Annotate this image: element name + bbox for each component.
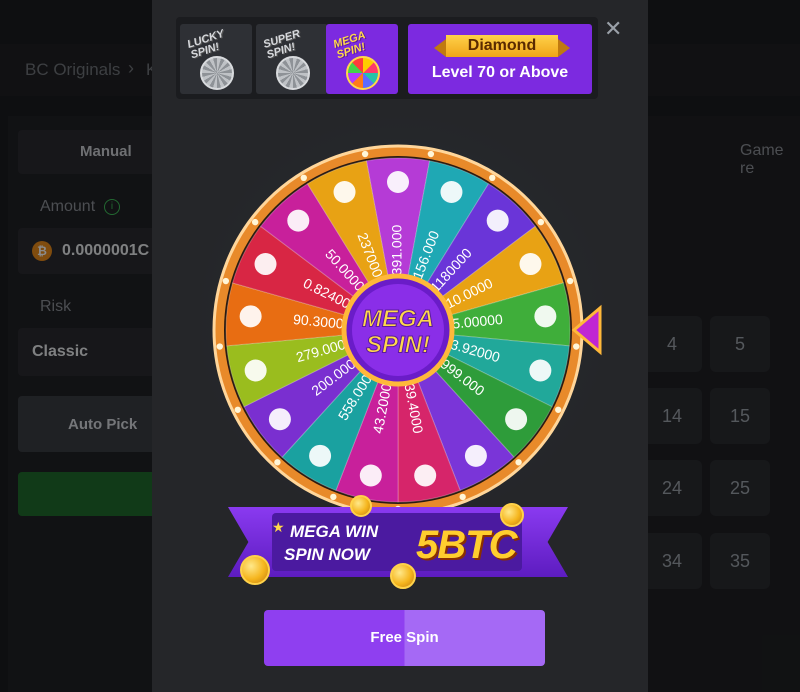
rim-light <box>555 406 562 413</box>
wheel-icon <box>200 56 234 90</box>
triangle-token-icon <box>440 180 463 203</box>
hub-line2: SPIN! <box>366 331 430 358</box>
tier-level: Level 70 or Above <box>431 64 569 81</box>
vip-tier-card: Diamond Level 70 or Above <box>408 24 592 94</box>
shiba-icon <box>486 209 509 232</box>
promo-line1: MEGA WIN <box>290 522 379 541</box>
bitcoin-icon <box>534 305 557 328</box>
mega-spin-card[interactable]: MEGA SPIN! <box>326 24 398 94</box>
free-spin-button[interactable]: Free Spin <box>264 610 545 666</box>
rim-light <box>515 459 522 466</box>
hub-line1: MEGA <box>362 305 434 332</box>
promo-line2: SPIN NOW <box>284 545 370 564</box>
rim-light <box>300 174 307 182</box>
star-icon: ★ <box>272 519 285 535</box>
lucky-spin-card[interactable]: LUCKY SPIN! <box>180 24 252 94</box>
segment-value: 391.000 <box>389 224 405 275</box>
lion-token-icon <box>254 253 277 276</box>
close-icon[interactable]: ✕ <box>604 18 622 40</box>
sei-icon <box>359 464 382 487</box>
super-spin-card[interactable]: SUPER SPIN! <box>256 24 328 94</box>
rim-light <box>234 406 241 413</box>
promo-amount: 5BTC <box>416 523 517 567</box>
rim-light <box>566 277 574 285</box>
refresh-token-icon <box>287 209 310 232</box>
refresh-token-icon <box>268 408 291 431</box>
rim-light <box>251 218 259 226</box>
rim-light <box>222 277 230 285</box>
x-token-icon <box>309 444 332 467</box>
gift-icon <box>414 464 437 487</box>
rim-light <box>489 174 496 182</box>
xrp-icon <box>244 359 267 382</box>
tier-name: Diamond <box>434 35 570 57</box>
spin-modal: LUCKY SPIN! SUPER SPIN! MEGA SPIN! Diamo… <box>152 0 648 692</box>
rim-light <box>427 150 435 158</box>
segment-marker <box>529 359 552 382</box>
coin-icon <box>350 495 372 517</box>
refresh-token-icon <box>519 253 542 276</box>
coin-icon <box>240 555 270 585</box>
puzzle-token-icon <box>239 305 262 328</box>
super-spin-label: SUPER SPIN! <box>261 27 302 62</box>
refresh-token-icon <box>464 444 487 467</box>
rim-light <box>216 343 223 350</box>
rim-light <box>361 150 369 158</box>
coin-icon <box>390 563 416 589</box>
rim-light <box>537 218 545 226</box>
promo-banner: ★ MEGA WIN SPIN NOW 5BTC <box>200 495 600 595</box>
mega-spin-label: MEGA SPIN! <box>331 29 367 62</box>
rim-light <box>274 459 281 466</box>
prize-wheel: 391.000 156.000118000010.00005.000003.920… <box>212 144 602 510</box>
wheel-icon <box>276 56 310 90</box>
wheel-icon <box>346 56 380 90</box>
rim-light <box>573 343 580 350</box>
bnb-icon <box>505 408 528 431</box>
stellar-icon <box>333 180 356 203</box>
lucky-spin-label: LUCKY SPIN! <box>185 27 226 62</box>
coin-icon <box>500 503 524 527</box>
spin-type-bar: LUCKY SPIN! SUPER SPIN! MEGA SPIN! Diamo… <box>176 17 598 99</box>
tron-icon <box>387 171 409 193</box>
